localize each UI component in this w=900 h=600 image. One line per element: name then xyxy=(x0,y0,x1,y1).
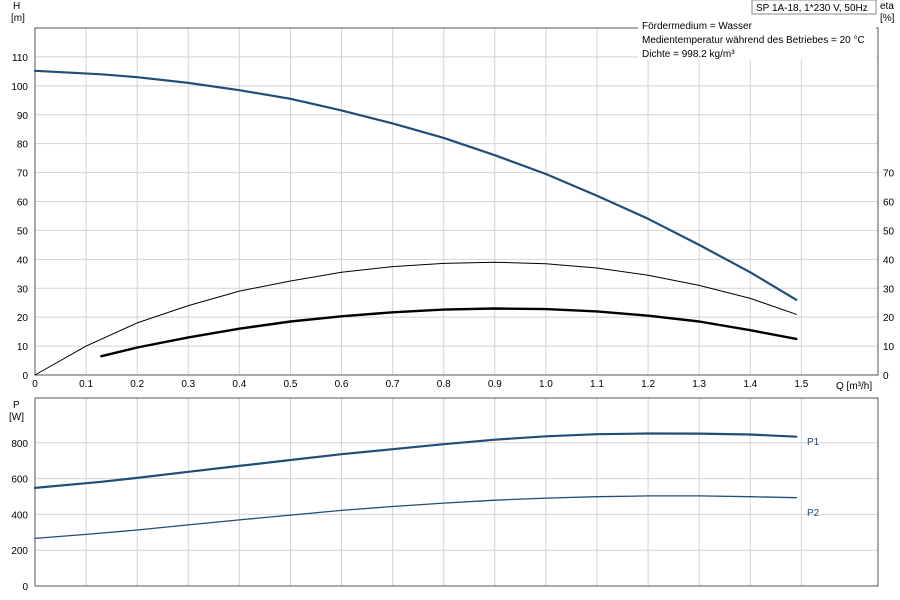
p-tick-label: 800 xyxy=(11,439,28,450)
info-line-medium: Fördermedium = Wasser xyxy=(642,21,753,32)
eta-axis-unit: [%] xyxy=(880,13,895,24)
eta-tick-label: 70 xyxy=(883,169,895,180)
eta-tick-label: 0 xyxy=(883,371,889,382)
q-axis-ticks: 0 0.1 0.2 0.3 0.4 0.5 0.6 0.7 0.8 0.9 1.0 1.1 1.2 1.3… xyxy=(32,379,809,390)
h-tick-label: 10 xyxy=(17,342,29,353)
p2-series-label: P2 xyxy=(807,508,820,519)
p-tick-label: 400 xyxy=(11,510,28,521)
eta-axis-label: eta xyxy=(880,1,894,12)
eta-tick-label: 20 xyxy=(883,313,895,324)
h-tick-label: 100 xyxy=(11,82,28,93)
q-tick-label: 0.6 xyxy=(335,379,349,390)
q-tick-label: 0.3 xyxy=(181,379,195,390)
info-line-density: Dichte = 998.2 kg/m³ xyxy=(642,49,735,60)
h-tick-label: 110 xyxy=(12,53,28,64)
p1-series-label: P1 xyxy=(807,437,820,448)
h-tick-label: 0 xyxy=(22,371,28,382)
q-tick-label: 0.7 xyxy=(386,379,400,390)
h-axis-ticks: 0 10 20 30 40 50 60 70 80 90 100 110 xyxy=(11,53,28,382)
q-tick-label: 1.1 xyxy=(590,379,604,390)
bottom-panel-series xyxy=(33,432,798,540)
q-tick-label: 0.4 xyxy=(232,379,246,390)
h-tick-label: 60 xyxy=(17,198,29,209)
h-tick-label: 40 xyxy=(17,255,29,266)
p-axis-unit: [W] xyxy=(9,412,24,423)
eta-tick-label: 50 xyxy=(883,226,895,237)
h-axis-unit: [m] xyxy=(11,13,25,24)
p-tick-label: 200 xyxy=(11,546,28,557)
curve-eta-lower-line xyxy=(100,307,798,358)
q-axis-label: Q [m³/h] xyxy=(836,381,872,392)
eta-axis-ticks: 0 10 20 30 40 50 60 70 xyxy=(883,169,895,382)
bottom-panel-grid xyxy=(34,398,878,587)
eta-tick-label: 60 xyxy=(883,198,895,209)
q-tick-label: 1.5 xyxy=(794,379,808,390)
eta-tick-label: 40 xyxy=(883,255,895,266)
pump-performance-chart: 0 10 20 30 40 50 60 70 80 90 100 110 0 10 20 30 40 50 60 7… xyxy=(9,0,895,593)
eta-tick-label: 30 xyxy=(883,284,895,295)
bottom-panel-frame xyxy=(34,397,879,587)
p-tick-label: 0 xyxy=(22,582,28,593)
pump-title: SP 1A-18, 1*230 V, 50Hz xyxy=(756,3,868,14)
q-tick-label: 1.0 xyxy=(539,379,553,390)
top-panel-series xyxy=(33,69,798,376)
h-tick-label: 20 xyxy=(17,313,29,324)
q-tick-label: 0.1 xyxy=(79,379,93,390)
h-tick-label: 80 xyxy=(17,140,29,151)
h-tick-label: 50 xyxy=(17,226,29,237)
p-axis-label: P xyxy=(13,400,20,411)
q-tick-label: 1.4 xyxy=(743,379,757,390)
p-tick-label: 600 xyxy=(11,475,28,486)
q-tick-label: 1.2 xyxy=(641,379,655,390)
q-tick-label: 0.5 xyxy=(284,379,298,390)
h-tick-label: 70 xyxy=(17,169,29,180)
q-tick-label: 0 xyxy=(32,379,38,390)
power-p2-line xyxy=(34,495,797,540)
q-tick-label: 1.3 xyxy=(692,379,706,390)
eta-tick-label: 10 xyxy=(883,342,895,353)
info-line-temperature: Medientemperatur während des Betriebes =… xyxy=(642,35,865,46)
h-tick-label: 90 xyxy=(17,111,29,122)
p-axis-ticks: 0 200 400 600 800 xyxy=(11,439,28,593)
q-tick-label: 0.2 xyxy=(130,379,144,390)
q-tick-label: 0.8 xyxy=(437,379,451,390)
q-tick-label: 0.9 xyxy=(488,379,502,390)
h-tick-label: 30 xyxy=(17,284,29,295)
h-axis-label: H xyxy=(13,1,20,12)
power-p1-line xyxy=(33,432,798,489)
